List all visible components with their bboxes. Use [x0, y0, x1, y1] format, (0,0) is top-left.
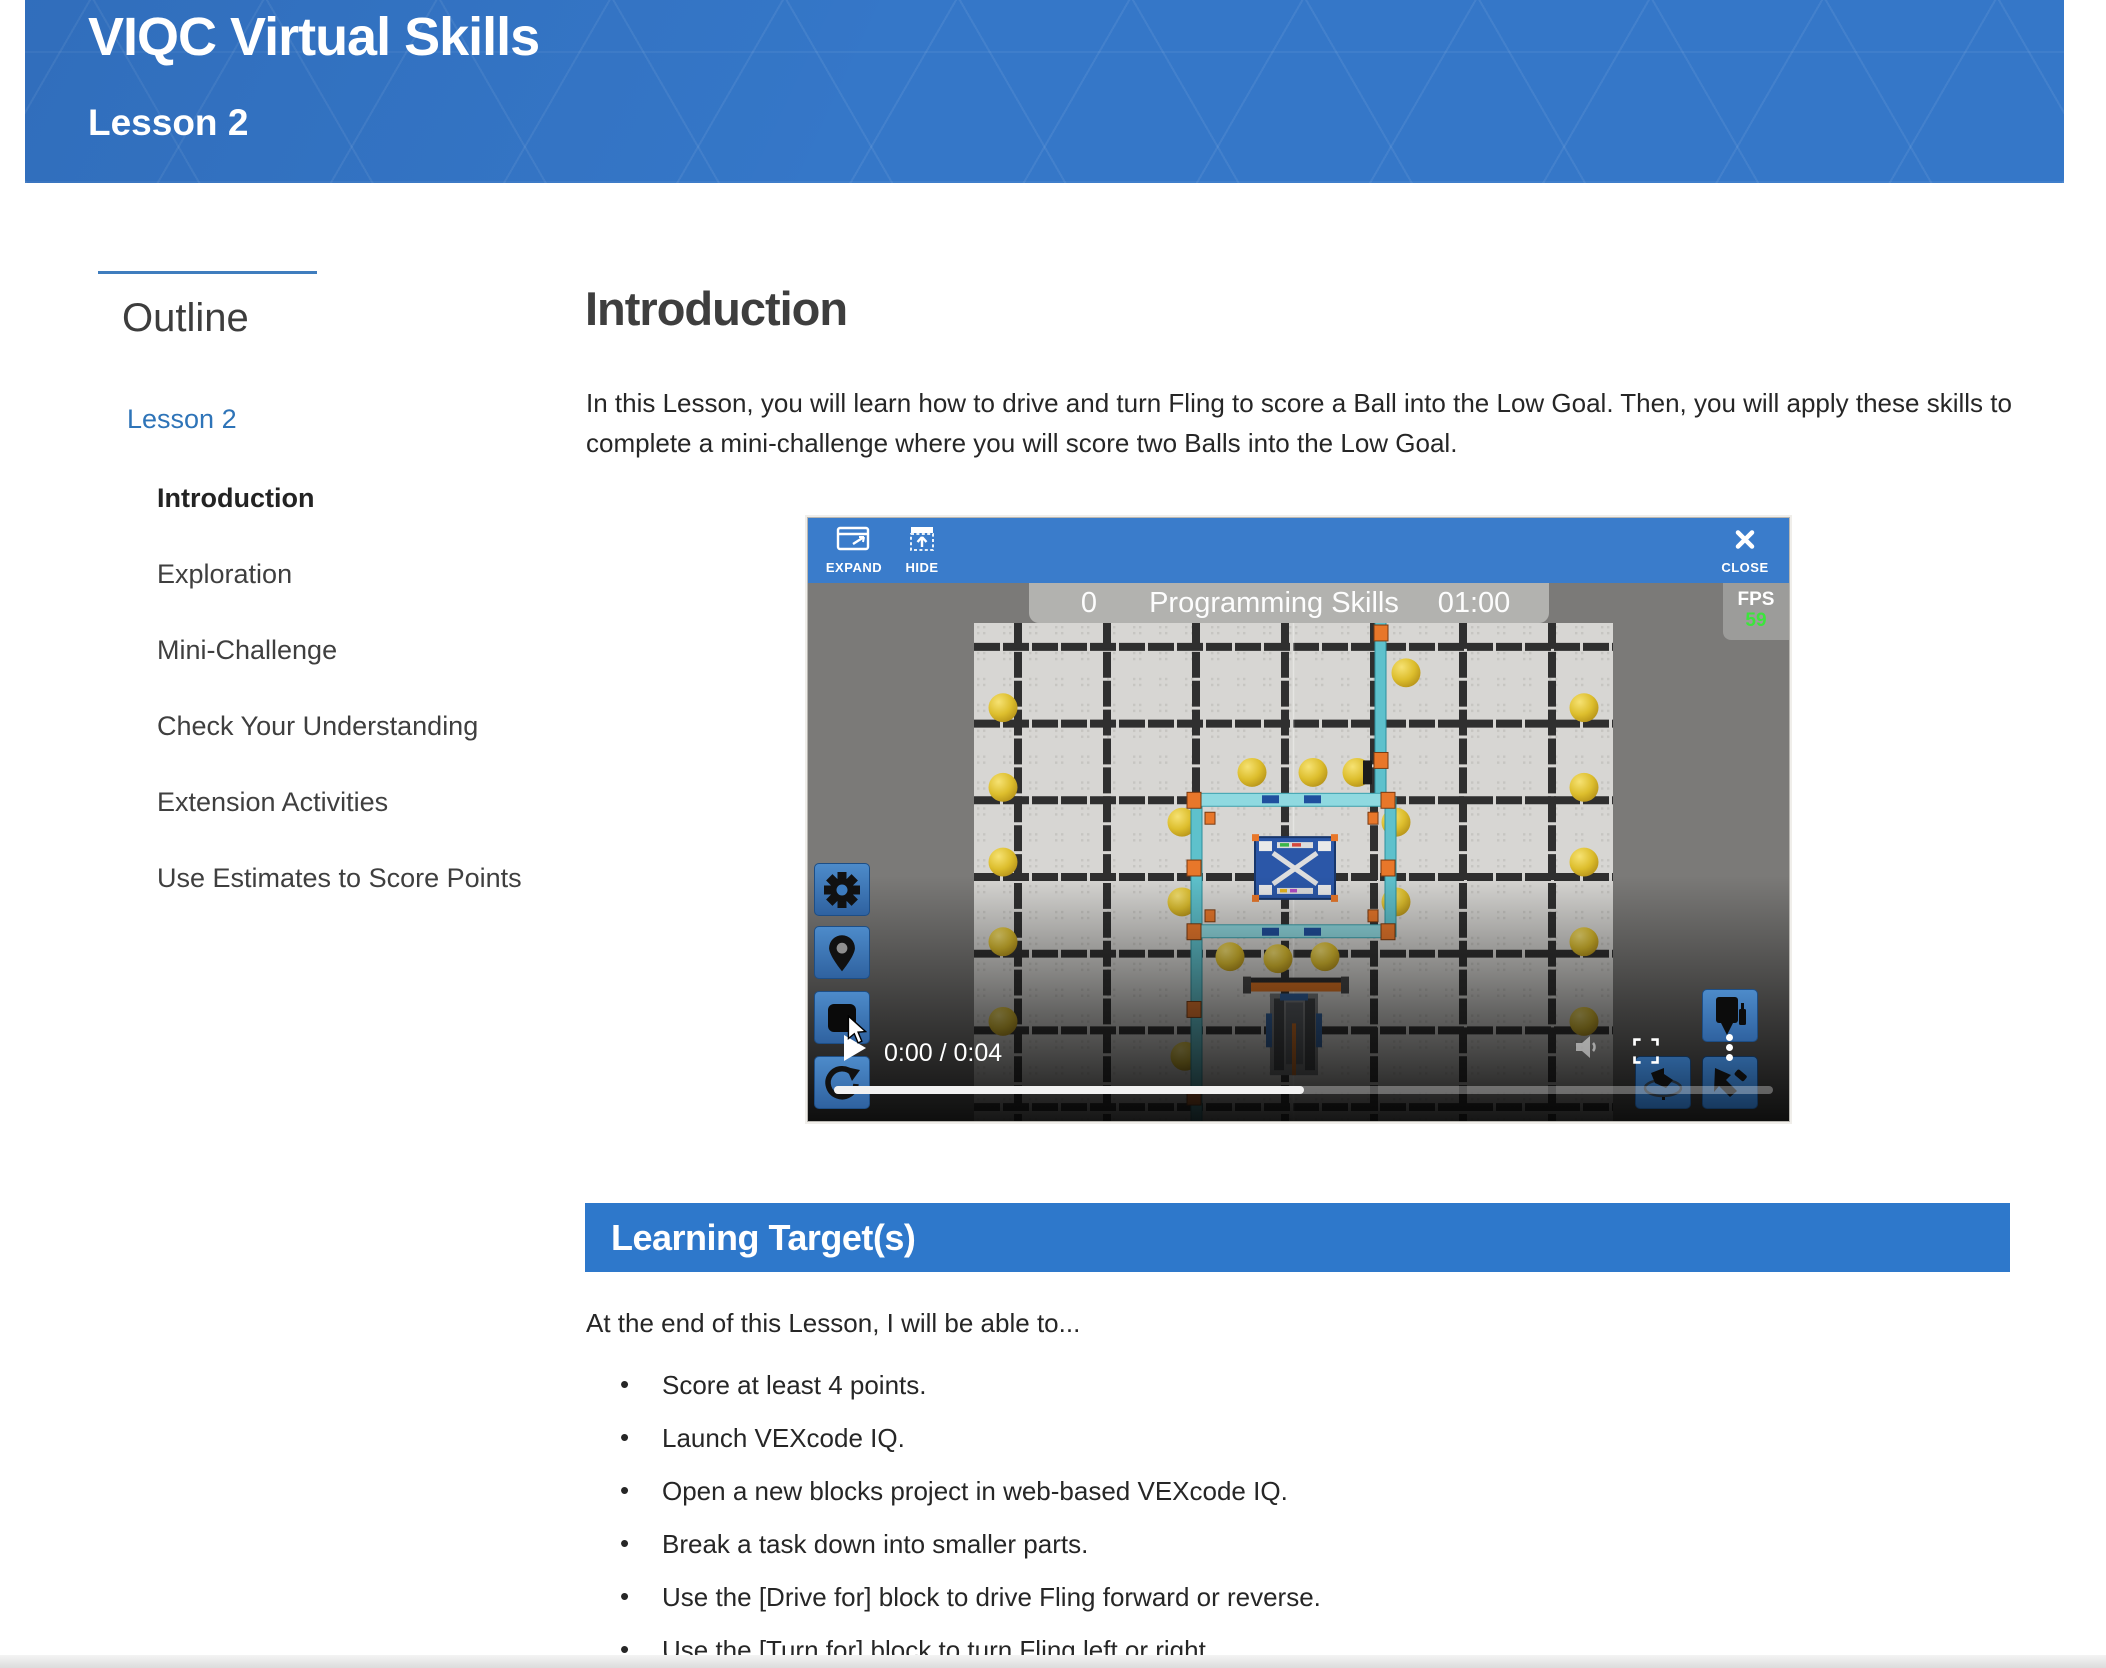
- scoreboard: 0 Programming Skills 01:00: [1029, 583, 1549, 623]
- volume-icon[interactable]: [1575, 1035, 1601, 1059]
- ball: [1238, 758, 1267, 787]
- header-banner: VIQC Virtual Skills Lesson 2: [25, 0, 2064, 183]
- fps-counter: FPS 59: [1723, 583, 1789, 640]
- sidebar-item-mini-challenge[interactable]: Mini-Challenge: [157, 635, 522, 711]
- expand-label: EXPAND: [822, 560, 886, 575]
- ball: [1392, 658, 1421, 687]
- ball: [1570, 773, 1599, 802]
- fps-label: FPS: [1723, 589, 1789, 610]
- outline-heading: Outline: [122, 296, 249, 341]
- simulation-viewport[interactable]: 0 Programming Skills 01:00 FPS 59: [808, 583, 1789, 1121]
- outline-list: Introduction Exploration Mini-Challenge …: [157, 483, 522, 939]
- ball: [989, 773, 1018, 802]
- video-player: EXPAND HIDE CLOSE 0 Program: [807, 517, 1790, 1122]
- video-player-toolbar: EXPAND HIDE CLOSE: [808, 518, 1789, 583]
- learning-targets-list: Score at least 4 points. Launch VEXcode …: [620, 1370, 1321, 1668]
- learning-targets-banner: Learning Target(s): [585, 1203, 2010, 1272]
- more-options-icon[interactable]: [1726, 1031, 1733, 1064]
- close-icon: [1733, 525, 1757, 552]
- mouse-cursor: [846, 1015, 868, 1045]
- match-mode-label: Programming Skills: [1149, 587, 1399, 620]
- sidebar-item-exploration[interactable]: Exploration: [157, 559, 522, 635]
- learning-targets-lead: At the end of this Lesson, I will be abl…: [586, 1308, 1080, 1339]
- hide-button[interactable]: HIDE: [890, 525, 954, 575]
- reset-button[interactable]: [814, 1056, 870, 1109]
- expand-button[interactable]: EXPAND: [822, 525, 886, 575]
- ball: [989, 693, 1018, 722]
- page-subtitle: Lesson 2: [88, 102, 248, 144]
- score-value: 0: [1029, 587, 1149, 620]
- orbit-camera-icon: [1641, 1063, 1685, 1103]
- sidebar-divider: [98, 271, 317, 274]
- settings-button[interactable]: [814, 863, 870, 916]
- lesson-page: VIQC Virtual Skills Lesson 2 Outline Les…: [0, 0, 2106, 1668]
- match-timer: 01:00: [1399, 587, 1549, 620]
- fullscreen-icon[interactable]: [1633, 1038, 1659, 1064]
- progress-fill: [834, 1086, 1304, 1094]
- list-item: Open a new blocks project in web-based V…: [620, 1476, 1321, 1506]
- reset-icon: [823, 1064, 861, 1102]
- sidebar-item-extension-activities[interactable]: Extension Activities: [157, 787, 522, 863]
- section-heading: Introduction: [585, 281, 847, 336]
- page-title: VIQC Virtual Skills: [88, 6, 539, 68]
- video-time: 0:00 / 0:04: [884, 1039, 1002, 1068]
- location-pin-icon: [828, 934, 856, 972]
- hide-icon: [907, 525, 937, 552]
- fps-value: 59: [1723, 610, 1789, 631]
- ball: [1299, 758, 1328, 787]
- list-item: Launch VEXcode IQ.: [620, 1423, 1321, 1453]
- list-item: Score at least 4 points.: [620, 1370, 1321, 1400]
- gear-icon: [821, 869, 863, 911]
- intro-paragraph: In this Lesson, you will learn how to dr…: [586, 383, 2014, 463]
- position-pin-button[interactable]: [814, 926, 870, 979]
- sidebar-item-use-estimates[interactable]: Use Estimates to Score Points: [157, 863, 522, 939]
- ball: [1570, 848, 1599, 877]
- video-progress-bar[interactable]: [834, 1086, 1773, 1094]
- sidebar-link-lesson-2[interactable]: Lesson 2: [127, 404, 237, 435]
- hide-label: HIDE: [890, 560, 954, 575]
- page-bottom-edge: [0, 1655, 2106, 1668]
- list-item: Use the [Drive for] block to drive Fling…: [620, 1582, 1321, 1612]
- close-label: CLOSE: [1713, 560, 1777, 575]
- sidebar-item-introduction[interactable]: Introduction: [157, 483, 522, 559]
- list-item: Break a task down into smaller parts.: [620, 1529, 1321, 1559]
- pan-camera-icon: [1709, 1062, 1751, 1104]
- close-button[interactable]: CLOSE: [1713, 525, 1777, 575]
- ball: [989, 848, 1018, 877]
- sidebar-item-check-your-understanding[interactable]: Check Your Understanding: [157, 711, 522, 787]
- ball: [1570, 693, 1599, 722]
- expand-icon: [836, 525, 872, 552]
